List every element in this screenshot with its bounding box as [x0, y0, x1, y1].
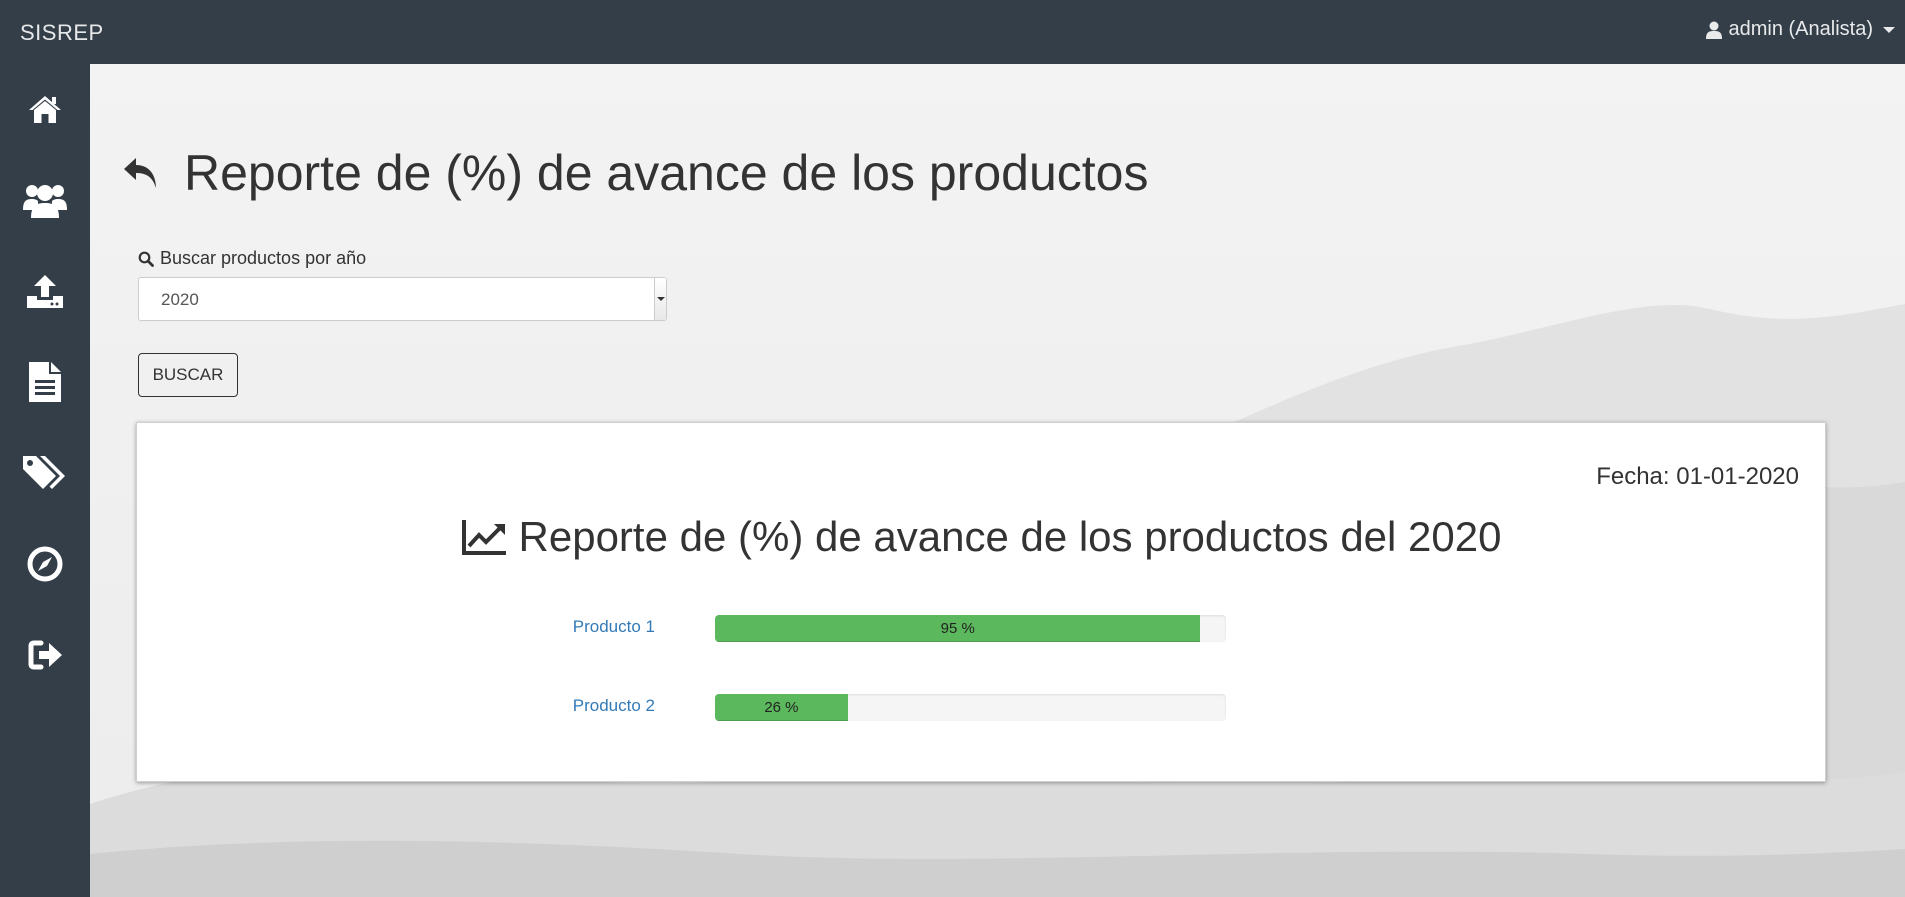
sidebar	[0, 64, 90, 897]
search-label-text: Buscar productos por año	[160, 248, 367, 268]
progress-row: Producto 2 26 %	[137, 694, 1825, 724]
sidebar-item-users[interactable]	[0, 165, 90, 235]
back-arrow-icon[interactable]	[122, 156, 160, 190]
progress-track: 26 %	[715, 694, 1226, 721]
page-title: Reporte de (%) de avance de los producto…	[184, 145, 1149, 201]
progress-bar: 95 %	[715, 615, 1201, 642]
home-icon	[29, 96, 61, 123]
report-title: Reporte de (%) de avance de los producto…	[518, 513, 1502, 560]
sidebar-item-upload[interactable]	[0, 256, 90, 326]
search-icon	[138, 251, 154, 267]
upload-icon	[27, 275, 63, 308]
line-chart-icon	[461, 520, 506, 555]
tags-icon	[23, 456, 65, 489]
sidebar-item-documents[interactable]	[0, 347, 90, 417]
sidebar-item-compass[interactable]	[0, 529, 90, 599]
sidebar-item-home[interactable]	[0, 74, 90, 144]
user-icon	[1706, 21, 1723, 39]
sidebar-item-tags[interactable]	[0, 438, 90, 508]
search-label: Buscar productos por año	[138, 248, 366, 269]
report-date: Fecha: 01-01-2020	[1596, 463, 1799, 490]
main-content: Reporte de (%) de avance de los producto…	[90, 64, 1905, 897]
logout-icon	[28, 640, 62, 670]
top-navbar: SISREP admin (Analista)	[0, 0, 1905, 64]
progress-bar: 26 %	[715, 694, 848, 721]
app-brand[interactable]: SISREP	[20, 20, 104, 46]
compass-icon	[27, 546, 63, 582]
progress-label: 26 %	[764, 699, 799, 716]
select-arrow-icon[interactable]	[654, 278, 666, 320]
product-link[interactable]: Producto 1	[437, 617, 655, 637]
year-select[interactable]: 2020	[138, 277, 667, 321]
product-link[interactable]: Producto 2	[437, 696, 655, 716]
sidebar-item-logout[interactable]	[0, 620, 90, 690]
user-name: admin (Analista)	[1728, 18, 1873, 40]
chevron-down-icon	[1883, 26, 1895, 33]
users-icon	[23, 185, 67, 218]
report-panel: Fecha: 01-01-2020 Reporte de (%) de avan…	[136, 422, 1826, 782]
year-select-value: 2020	[161, 290, 199, 309]
report-heading: Reporte de (%) de avance de los producto…	[137, 513, 1825, 561]
progress-row: Producto 1 95 %	[137, 615, 1825, 645]
user-menu[interactable]: admin (Analista)	[1706, 18, 1895, 41]
document-icon	[29, 362, 61, 402]
search-button[interactable]: BUSCAR	[138, 353, 238, 397]
progress-track: 95 %	[715, 615, 1226, 642]
progress-label: 95 %	[940, 620, 975, 637]
